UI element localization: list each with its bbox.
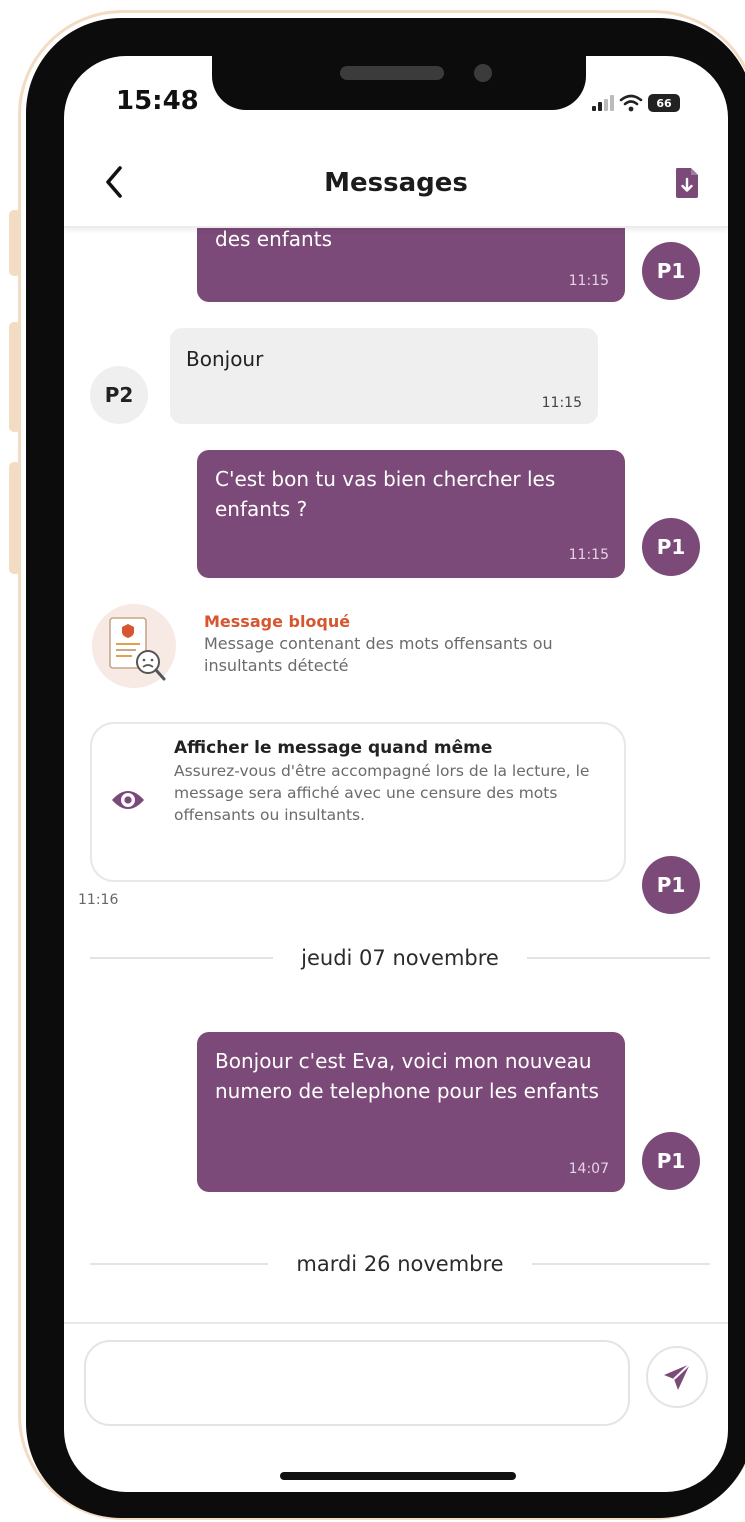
message-text: C'est bon tu vas bien chercher les enfan… — [215, 467, 556, 521]
page-title: Messages — [324, 168, 468, 198]
avatar: P1 — [642, 518, 700, 576]
show-message-anyway-card[interactable]: Afficher le message quand même Assurez-v… — [90, 722, 626, 882]
blocked-message-notice: Message bloqué Message contenant des mot… — [204, 612, 624, 677]
side-button — [9, 210, 21, 276]
avatar: P1 — [642, 242, 700, 300]
notch — [212, 56, 586, 110]
avatar: P2 — [90, 366, 148, 424]
message-bubble-outgoing[interactable]: C'est bon tu vas bien chercher les enfan… — [197, 450, 625, 578]
send-button[interactable] — [646, 1346, 708, 1408]
screen: 15:48 66 Messages des enfants 11:15 P1 P… — [64, 56, 728, 1492]
avatar: P1 — [642, 1132, 700, 1190]
blocked-description: Message contenant des mots offensants ou… — [204, 634, 553, 675]
message-time: 11:15 — [541, 395, 582, 411]
eye-icon — [112, 791, 144, 809]
status-icons: 66 — [592, 94, 680, 112]
signal-icon — [592, 95, 614, 111]
home-indicator[interactable] — [280, 1472, 516, 1480]
status-time: 15:48 — [116, 86, 199, 116]
app-header: Messages — [64, 156, 728, 228]
message-time: 14:07 — [568, 1161, 609, 1177]
reveal-title: Afficher le message quand même — [174, 738, 493, 758]
blocked-illustration — [92, 604, 176, 688]
avatar: P1 — [642, 856, 700, 914]
speaker — [340, 66, 444, 80]
message-text: Bonjour c'est Eva, voici mon nouveau num… — [215, 1049, 599, 1103]
message-time: 11:15 — [568, 547, 609, 563]
eye-icon-wrap — [110, 786, 146, 818]
message-time: 11:16 — [78, 892, 119, 908]
file-download-icon — [676, 168, 698, 198]
side-button — [9, 322, 21, 432]
wifi-icon — [619, 94, 643, 112]
composer-divider — [64, 1322, 728, 1324]
message-text: des enfants — [215, 227, 332, 251]
message-bubble-incoming[interactable]: Bonjour 11:15 — [170, 328, 598, 424]
front-camera — [474, 64, 492, 82]
date-separator: mardi 26 novembre — [90, 1252, 710, 1276]
date-label: jeudi 07 novembre — [301, 946, 499, 970]
date-label: mardi 26 novembre — [296, 1252, 504, 1276]
export-button[interactable] — [674, 166, 700, 204]
paper-plane-icon — [664, 1363, 691, 1390]
reveal-text: Afficher le message quand même Assurez-v… — [174, 738, 614, 826]
message-bubble-outgoing[interactable]: Bonjour c'est Eva, voici mon nouveau num… — [197, 1032, 625, 1192]
message-text: Bonjour — [186, 347, 264, 371]
message-time: 11:15 — [568, 273, 609, 289]
side-button — [9, 462, 21, 574]
battery-icon: 66 — [648, 94, 680, 112]
message-input[interactable] — [84, 1340, 630, 1426]
blocked-title: Message bloqué — [204, 612, 351, 631]
date-separator: jeudi 07 novembre — [90, 946, 710, 970]
reveal-description: Assurez-vous d'être accompagné lors de l… — [174, 762, 590, 824]
blocked-document-icon — [109, 617, 166, 681]
